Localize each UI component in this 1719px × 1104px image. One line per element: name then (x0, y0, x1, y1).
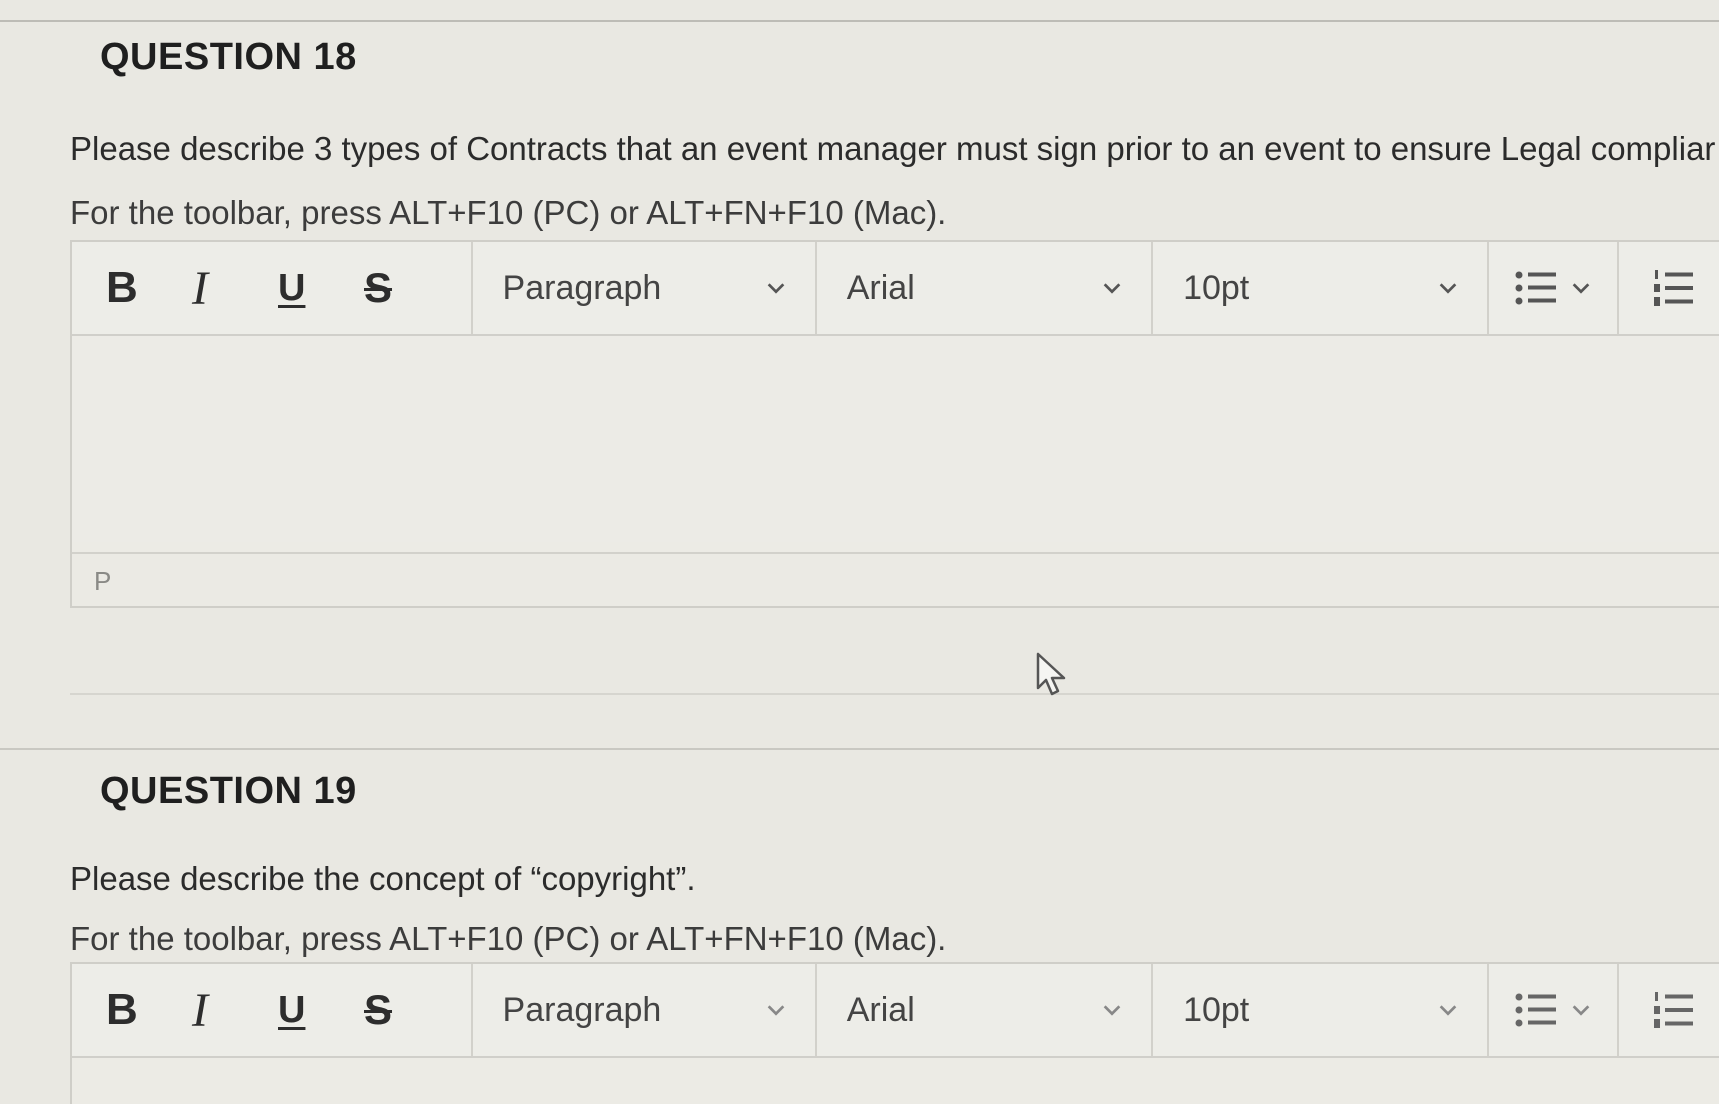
chevron-down-icon (1440, 1005, 1457, 1016)
element-path[interactable]: P (94, 566, 111, 597)
question-title: QUESTION 18 (100, 36, 357, 78)
format-group: B I U S (72, 242, 473, 334)
font-family-value: Arial (846, 268, 915, 307)
strikethrough-button[interactable]: S (364, 258, 450, 318)
top-divider (0, 20, 1719, 22)
chevron-down-icon (767, 283, 785, 294)
underline-button[interactable]: U (278, 258, 364, 318)
underline-button[interactable]: U (278, 980, 364, 1040)
font-size-select[interactable]: 10pt (1153, 964, 1490, 1056)
paragraph-format-select[interactable]: Paragraph (473, 242, 817, 334)
divider (70, 693, 1719, 695)
chevron-down-icon (1103, 1005, 1121, 1016)
bold-button[interactable]: B (106, 258, 192, 318)
editor-statusbar: P (72, 552, 1719, 606)
font-size-value: 10pt (1183, 268, 1250, 307)
question-prompt: Please describe 3 types of Contracts tha… (70, 130, 1716, 167)
chevron-down-icon (1103, 283, 1121, 294)
question-title: QUESTION 19 (100, 770, 357, 812)
numbered-list-icon (1654, 270, 1694, 306)
bullet-list-button[interactable] (1489, 964, 1620, 1056)
question-divider (0, 748, 1719, 750)
strikethrough-button[interactable]: S (364, 980, 450, 1040)
mouse-pointer-icon (1036, 652, 1066, 696)
editor-toolbar: B I U S Paragraph Arial 10pt (72, 964, 1719, 1058)
bullet-list-icon (1515, 993, 1557, 1027)
italic-button[interactable]: I (192, 258, 278, 318)
font-family-value: Arial (846, 990, 915, 1029)
paragraph-format-value: Paragraph (502, 268, 662, 307)
editor-toolbar: B I U S Paragraph Arial 10pt (72, 242, 1719, 336)
paragraph-format-value: Paragraph (502, 990, 662, 1029)
font-family-select[interactable]: Arial (817, 242, 1154, 334)
font-family-select[interactable]: Arial (817, 964, 1154, 1056)
bullet-list-button[interactable] (1489, 242, 1620, 334)
bold-button[interactable]: B (106, 980, 192, 1040)
toolbar-hint: For the toolbar, press ALT+F10 (PC) or A… (70, 920, 947, 957)
paragraph-format-select[interactable]: Paragraph (473, 964, 817, 1056)
rich-text-editor: B I U S Paragraph Arial 10pt (70, 240, 1719, 608)
rich-text-editor: B I U S Paragraph Arial 10pt (70, 962, 1719, 1104)
chevron-down-icon (767, 1005, 785, 1016)
font-size-value: 10pt (1183, 990, 1250, 1029)
toolbar-hint: For the toolbar, press ALT+F10 (PC) or A… (70, 194, 947, 231)
format-group: B I U S (72, 964, 473, 1056)
font-size-select[interactable]: 10pt (1153, 242, 1490, 334)
chevron-down-icon (1440, 283, 1457, 294)
numbered-list-icon (1654, 992, 1694, 1028)
answer-text-area[interactable] (72, 336, 1719, 542)
bullet-list-icon (1515, 271, 1557, 305)
chevron-down-icon[interactable] (1570, 999, 1592, 1021)
question-prompt: Please describe the concept of “copyrigh… (70, 860, 696, 897)
italic-button[interactable]: I (192, 980, 278, 1040)
chevron-down-icon[interactable] (1570, 277, 1592, 299)
numbered-list-button[interactable] (1619, 964, 1719, 1056)
numbered-list-button[interactable] (1619, 242, 1719, 334)
